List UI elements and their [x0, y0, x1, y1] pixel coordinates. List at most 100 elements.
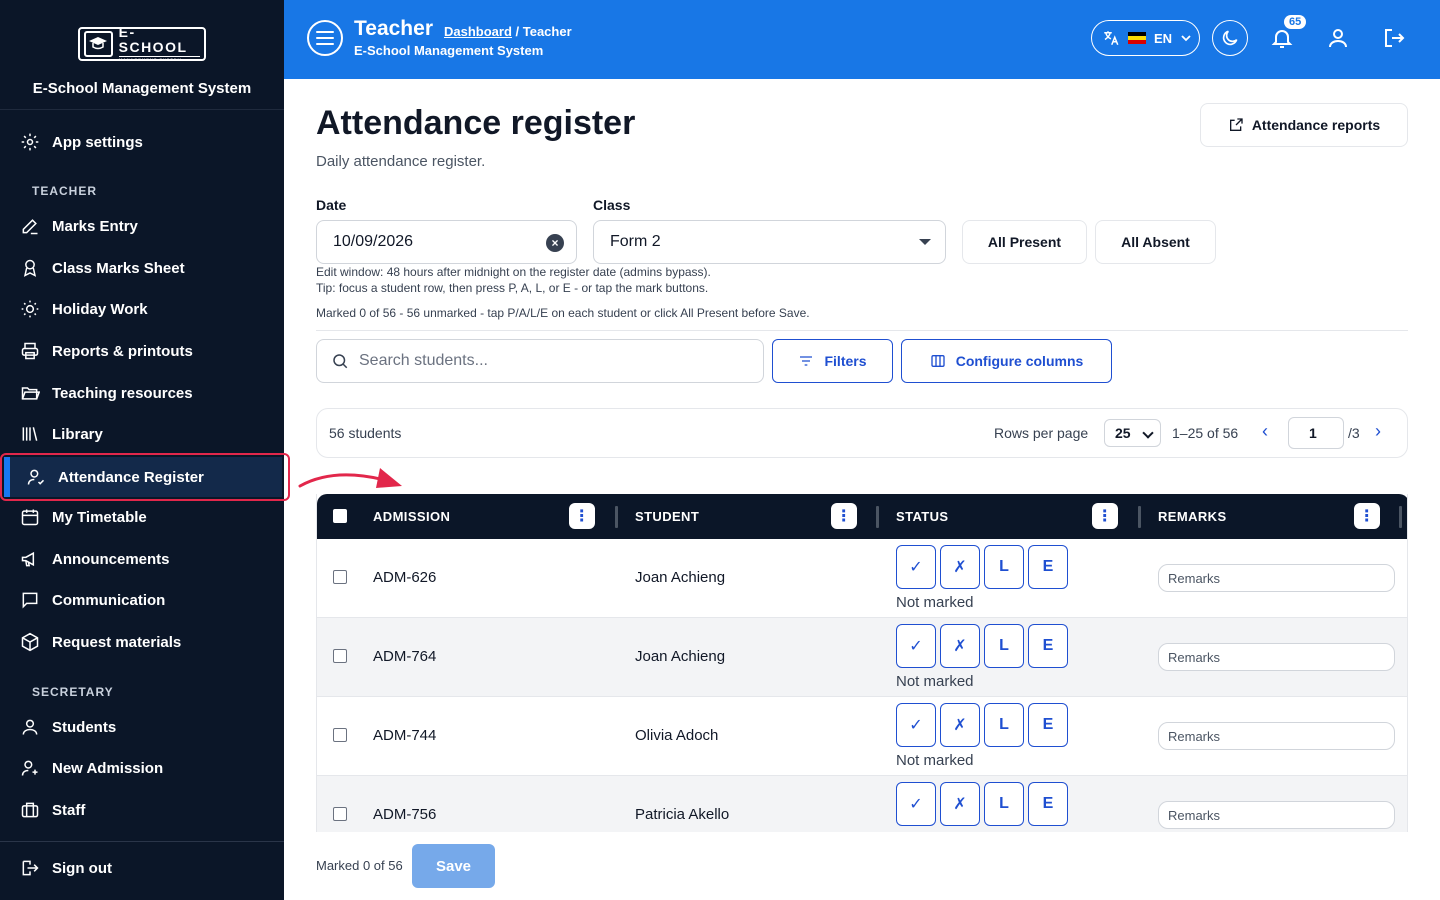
- filter-icon: [800, 356, 813, 366]
- column-menu-icon[interactable]: ⋮: [1092, 503, 1118, 529]
- sidebar-item-app-settings[interactable]: App settings: [20, 126, 143, 158]
- sidebar-item-marks-entry[interactable]: Marks Entry: [20, 210, 138, 242]
- sidebar-item-my-timetable[interactable]: My Timetable: [20, 501, 147, 533]
- configure-columns-button[interactable]: Configure columns: [901, 339, 1112, 383]
- mark-excused-button[interactable]: E: [1028, 545, 1068, 589]
- sidebar-item-label: Announcements: [52, 550, 170, 568]
- mark-excused-button[interactable]: E: [1028, 703, 1068, 747]
- status-text: Not marked: [896, 752, 974, 769]
- remarks-input[interactable]: Remarks: [1158, 722, 1395, 750]
- sidebar-item-holiday-work[interactable]: Holiday Work: [20, 293, 148, 325]
- sidebar-item-library[interactable]: Library: [20, 418, 103, 450]
- column-student[interactable]: STUDENT: [635, 509, 699, 524]
- sidebar-item-reports[interactable]: Reports & printouts: [20, 335, 193, 367]
- brand-name: E-School Management System: [32, 80, 252, 97]
- sidebar-item-label: Sign out: [52, 859, 112, 877]
- pencil-icon: [22, 219, 38, 235]
- sidebar-item-sign-out[interactable]: Sign out: [20, 852, 112, 884]
- logout-icon[interactable]: [1382, 26, 1406, 50]
- table-row[interactable]: ADM-626 Joan Achieng ✓ ✗ L E Not marked …: [317, 539, 1407, 618]
- sidebar-item-label: Holiday Work: [52, 300, 148, 318]
- mark-present-button[interactable]: ✓: [896, 703, 936, 747]
- select-all-checkbox[interactable]: [333, 509, 347, 523]
- reports-label: Attendance reports: [1251, 117, 1381, 133]
- page-subtitle: Daily attendance register.: [316, 153, 486, 170]
- mark-present-button[interactable]: ✓: [896, 545, 936, 589]
- row-checkbox[interactable]: [333, 728, 347, 742]
- user-check-icon: [27, 469, 45, 485]
- row-checkbox[interactable]: [333, 570, 347, 584]
- mark-present-button[interactable]: ✓: [896, 624, 936, 668]
- prev-page-icon[interactable]: ‹: [1262, 421, 1268, 442]
- column-resize-handle[interactable]: [615, 506, 618, 528]
- column-menu-icon[interactable]: ⋮: [569, 503, 595, 529]
- mark-absent-button[interactable]: ✗: [940, 703, 980, 747]
- mark-late-button[interactable]: L: [984, 624, 1024, 668]
- bell-icon[interactable]: [1270, 26, 1294, 50]
- column-resize-handle[interactable]: [876, 506, 879, 528]
- sidebar-item-label: My Timetable: [52, 508, 147, 526]
- row-checkbox[interactable]: [333, 649, 347, 663]
- mark-excused-button[interactable]: E: [1028, 624, 1068, 668]
- mark-late-button[interactable]: L: [984, 703, 1024, 747]
- column-remarks[interactable]: REMARKS: [1158, 509, 1227, 524]
- sidebar-item-class-marks-sheet[interactable]: Class Marks Sheet: [20, 252, 185, 284]
- column-resize-handle[interactable]: [1399, 506, 1402, 528]
- remarks-input[interactable]: Remarks: [1158, 801, 1395, 829]
- class-select[interactable]: Form 2: [593, 220, 946, 264]
- mark-late-button[interactable]: L: [984, 545, 1024, 589]
- column-menu-icon[interactable]: ⋮: [1354, 503, 1380, 529]
- menu-button[interactable]: [307, 20, 343, 56]
- logo-subtext: MANAGEMENT SYSTEM: [118, 56, 200, 63]
- column-menu-icon[interactable]: ⋮: [831, 503, 857, 529]
- theme-toggle-button[interactable]: [1212, 20, 1248, 56]
- row-checkbox[interactable]: [333, 807, 347, 821]
- table-row[interactable]: ADM-756 Patricia Akello ✓ ✗ L E Remarks: [317, 776, 1407, 832]
- user-icon[interactable]: [1326, 26, 1350, 50]
- sidebar-item-label: Communication: [52, 591, 166, 609]
- pagination-bar: 56 students Rows per page 25 1–25 of 56 …: [316, 408, 1408, 458]
- table-row[interactable]: ADM-764 Joan Achieng ✓ ✗ L E Not marked …: [317, 618, 1407, 697]
- next-page-icon[interactable]: ›: [1375, 421, 1381, 442]
- column-resize-handle[interactable]: [1138, 506, 1141, 528]
- language-selector[interactable]: EN: [1091, 20, 1200, 56]
- sidebar-item-label: Class Marks Sheet: [52, 259, 185, 277]
- sidebar-item-new-admission[interactable]: New Admission: [20, 752, 163, 784]
- mark-absent-button[interactable]: ✗: [940, 545, 980, 589]
- filters-button[interactable]: Filters: [772, 339, 893, 383]
- sidebar-item-attendance-register[interactable]: Attendance Register: [0, 453, 290, 501]
- mark-present-button[interactable]: ✓: [896, 782, 936, 826]
- edit-window-note: Edit window: 48 hours after midnight on …: [316, 265, 711, 279]
- breadcrumb-dashboard-link[interactable]: Dashboard: [444, 24, 512, 39]
- rows-per-page-select[interactable]: 25: [1104, 419, 1161, 447]
- all-absent-button[interactable]: All Absent: [1095, 220, 1216, 264]
- clear-icon[interactable]: ×: [546, 234, 564, 252]
- column-admission[interactable]: ADMISSION: [373, 509, 450, 524]
- mark-late-button[interactable]: L: [984, 782, 1024, 826]
- remarks-input[interactable]: Remarks: [1158, 564, 1395, 592]
- sidebar-item-request-materials[interactable]: Request materials: [20, 626, 181, 658]
- sidebar-item-teaching-resources[interactable]: Teaching resources: [20, 377, 193, 409]
- library-icon: [22, 427, 38, 441]
- attendance-table: ADMISSION ⋮ STUDENT ⋮ STATUS ⋮ REMARKS ⋮…: [316, 494, 1408, 832]
- date-field[interactable]: 10/09/2026 ×: [316, 220, 577, 264]
- remarks-input[interactable]: Remarks: [1158, 643, 1395, 671]
- attendance-reports-button[interactable]: Attendance reports: [1200, 103, 1408, 147]
- page-input[interactable]: 1: [1288, 417, 1344, 449]
- all-present-button[interactable]: All Present: [962, 220, 1087, 264]
- sidebar-item-students[interactable]: Students: [20, 711, 116, 743]
- mark-absent-button[interactable]: ✗: [940, 782, 980, 826]
- sidebar-item-communication[interactable]: Communication: [20, 584, 165, 616]
- search-input[interactable]: Search students...: [316, 339, 764, 383]
- sidebar-item-label: App settings: [52, 133, 143, 151]
- mark-absent-button[interactable]: ✗: [940, 624, 980, 668]
- save-button[interactable]: Save: [412, 844, 495, 888]
- mark-excused-button[interactable]: E: [1028, 782, 1068, 826]
- language-code: EN: [1154, 30, 1173, 46]
- sidebar-item-staff[interactable]: Staff: [20, 794, 85, 826]
- sidebar-item-announcements[interactable]: Announcements: [20, 543, 170, 575]
- sidebar-item-label: Library: [52, 425, 103, 443]
- breadcrumb-current: / Teacher: [511, 24, 572, 39]
- table-row[interactable]: ADM-744 Olivia Adoch ✓ ✗ L E Not marked …: [317, 697, 1407, 776]
- column-status[interactable]: STATUS: [896, 509, 948, 524]
